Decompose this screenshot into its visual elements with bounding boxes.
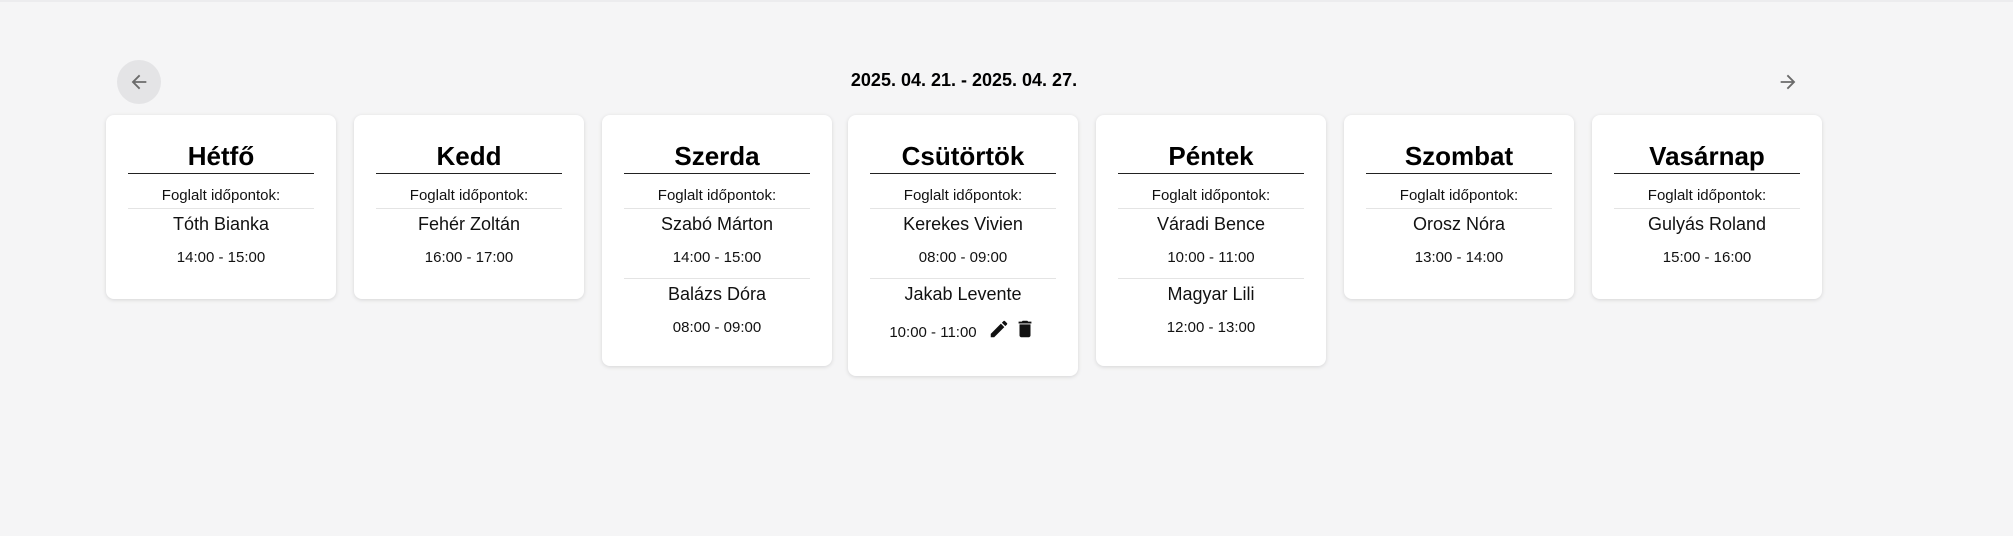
day-card-monday: Hétfő Foglalt időpontok: Tóth Bianka 14:… — [106, 115, 336, 299]
booking-time: 16:00 - 17:00 — [424, 248, 514, 266]
day-title: Hétfő — [128, 141, 314, 174]
booking-time: 15:00 - 16:00 — [1662, 248, 1752, 266]
day-title: Szombat — [1366, 141, 1552, 174]
booked-label: Foglalt időpontok: — [376, 186, 562, 209]
day-title: Csütörtök — [870, 141, 1056, 174]
day-title: Kedd — [376, 141, 562, 174]
day-card-tuesday: Kedd Foglalt időpontok: Fehér Zoltán 16:… — [354, 115, 584, 299]
day-card-sunday: Vasárnap Foglalt időpontok: Gulyás Rolan… — [1592, 115, 1822, 299]
booking-time: 13:00 - 14:00 — [1414, 248, 1504, 266]
booked-label: Foglalt időpontok: — [1118, 186, 1304, 209]
booking-time: 10:00 - 11:00 — [889, 323, 977, 341]
day-card-wednesday: Szerda Foglalt időpontok: Szabó Márton 1… — [602, 115, 832, 366]
day-card-saturday: Szombat Foglalt időpontok: Orosz Nóra 13… — [1344, 115, 1574, 299]
booking-item[interactable]: Gulyás Roland 15:00 - 16:00 — [1614, 213, 1800, 268]
booking-time: 14:00 - 15:00 — [672, 248, 762, 266]
booking-item[interactable]: Tóth Bianka 14:00 - 15:00 — [128, 213, 314, 268]
booking-time: 08:00 - 09:00 — [918, 248, 1008, 266]
booking-item[interactable]: Orosz Nóra 13:00 - 14:00 — [1366, 213, 1552, 268]
booking-item[interactable]: Szabó Márton 14:00 - 15:00 — [624, 213, 810, 278]
delete-booking-button[interactable] — [1013, 317, 1037, 341]
booking-item[interactable]: Balázs Dóra 08:00 - 09:00 — [624, 278, 810, 338]
booking-item[interactable]: Fehér Zoltán 16:00 - 17:00 — [376, 213, 562, 268]
day-card-friday: Péntek Foglalt időpontok: Váradi Bence 1… — [1096, 115, 1326, 366]
booking-time: 08:00 - 09:00 — [672, 318, 762, 336]
booking-time: 14:00 - 15:00 — [176, 248, 266, 266]
booking-item[interactable]: Kerekes Vivien 08:00 - 09:00 — [870, 213, 1056, 278]
booking-name: Szabó Márton — [660, 214, 774, 234]
booking-item[interactable]: Magyar Lili 12:00 - 13:00 — [1118, 278, 1304, 338]
top-border — [0, 0, 2013, 2]
next-week-button[interactable] — [1766, 60, 1810, 104]
booking-item[interactable]: Váradi Bence 10:00 - 11:00 — [1118, 213, 1304, 278]
booking-time: 12:00 - 13:00 — [1166, 318, 1256, 336]
booked-label: Foglalt időpontok: — [1366, 186, 1552, 209]
booking-name: Jakab Levente — [904, 284, 1022, 304]
day-card-thursday: Csütörtök Foglalt időpontok: Kerekes Viv… — [848, 115, 1078, 376]
booking-name: Balázs Dóra — [667, 284, 767, 304]
booked-label: Foglalt időpontok: — [128, 186, 314, 209]
trash-icon — [1018, 320, 1032, 338]
booked-label: Foglalt időpontok: — [624, 186, 810, 209]
booked-label: Foglalt időpontok: — [870, 186, 1056, 209]
booking-name: Tóth Bianka — [172, 214, 270, 234]
day-title: Szerda — [624, 141, 810, 174]
day-title: Péntek — [1118, 141, 1304, 174]
booked-label: Foglalt időpontok: — [1614, 186, 1800, 209]
booking-name: Magyar Lili — [1167, 284, 1255, 304]
booking-name: Kerekes Vivien — [903, 214, 1023, 234]
arrow-right-icon — [1780, 74, 1796, 90]
booking-actions — [985, 317, 1037, 341]
booking-name: Fehér Zoltán — [417, 214, 521, 234]
booking-name: Orosz Nóra — [1412, 214, 1506, 234]
booking-item-hovered[interactable]: Jakab Levente 10:00 - 11:00 — [870, 278, 1056, 343]
pencil-icon — [990, 320, 1007, 338]
booking-time: 10:00 - 11:00 — [1167, 248, 1255, 266]
edit-booking-button[interactable] — [987, 317, 1011, 341]
week-range-title: 2025. 04. 21. - 2025. 04. 27. — [850, 70, 1078, 90]
day-title: Vasárnap — [1614, 141, 1800, 174]
booking-name: Váradi Bence — [1156, 214, 1266, 234]
booking-name: Gulyás Roland — [1647, 214, 1767, 234]
